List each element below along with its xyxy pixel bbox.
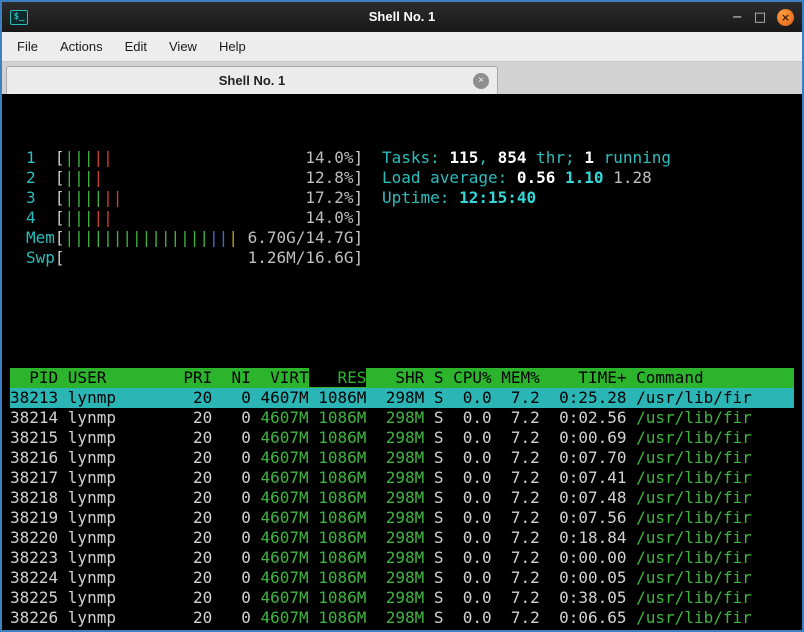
terminal-window: $_ Shell No. 1 − □ × File Actions Edit View…	[0, 0, 804, 632]
meter-value: 14.0%	[305, 148, 354, 167]
process-row-38223[interactable]: 38223 lynmp 20 0 4607M 1086M 298M S 0.0 …	[10, 548, 794, 568]
summary-uptime: Uptime: 12:15:40	[382, 188, 537, 207]
process-row-38216[interactable]: 38216 lynmp 20 0 4607M 1086M 298M S 0.0 …	[10, 448, 794, 468]
window-controls: − □ ×	[732, 8, 794, 26]
menu-actions[interactable]: Actions	[49, 33, 114, 60]
meter-label: 3	[26, 188, 55, 207]
meter-label: Mem	[26, 228, 55, 247]
meter-label: 1	[26, 148, 55, 167]
process-row-38226[interactable]: 38226 lynmp 20 0 4607M 1086M 298M S 0.0 …	[10, 608, 794, 628]
meter-value: 12.8%	[305, 168, 354, 187]
process-row-38227[interactable]: 38227 lynmp 20 0 4607M 1086M 298M S 0.0 …	[10, 628, 794, 630]
meter-label: Swp	[26, 248, 55, 267]
cpu-memory-meters: 1 [||||| 14.0%] 2 [|||| 12.8%] 3 [|||||| 17.2…	[10, 148, 382, 268]
tab-close-icon[interactable]: ×	[473, 72, 489, 89]
tab-label: Shell No. 1	[218, 73, 286, 88]
process-row-38220[interactable]: 38220 lynmp 20 0 4607M 1086M 298M S 0.0 …	[10, 528, 794, 548]
meter-label: 2	[26, 168, 55, 187]
system-summary: Tasks: 115, 854 thr; 1 running Load avera…	[382, 148, 794, 268]
process-row-38214[interactable]: 38214 lynmp 20 0 4607M 1086M 298M S 0.0 …	[10, 408, 794, 428]
meter-cpu4: 4 [||||| 14.0%]	[26, 208, 364, 227]
meter-mem: Mem[|||||||||||||||||| 6.70G/14.7G]	[26, 228, 364, 247]
menu-help[interactable]: Help	[208, 33, 257, 60]
menu-file[interactable]: File	[6, 33, 49, 60]
summary-load: Load average: 0.56 1.10 1.28	[382, 168, 652, 187]
meter-value: 6.70G/14.7G	[247, 228, 354, 247]
process-row-38224[interactable]: 38224 lynmp 20 0 4607M 1086M 298M S 0.0 …	[10, 568, 794, 588]
terminal-app-icon: $_	[10, 9, 28, 25]
meter-bar: |||| 12.8%	[64, 168, 354, 187]
tab-bar: Shell No. 1 ×	[2, 62, 802, 94]
meter-value: 17.2%	[305, 188, 354, 207]
summary-tasks: Tasks: 115, 854 thr; 1 running	[382, 148, 672, 167]
close-button-icon[interactable]: ×	[777, 8, 794, 26]
meter-bar: ||||| 14.0%	[64, 148, 354, 167]
terminal-screen[interactable]: 1 [||||| 14.0%] 2 [|||| 12.8%] 3 [|||||| 17.2…	[2, 94, 802, 630]
meter-bar: 1.26M/16.6G	[65, 248, 354, 268]
meter-bar: ||||| 14.0%	[64, 208, 354, 227]
meter-label: 4	[26, 208, 55, 227]
meter-value: 14.0%	[305, 208, 354, 227]
menu-view[interactable]: View	[158, 33, 208, 60]
process-row-38225[interactable]: 38225 lynmp 20 0 4607M 1086M 298M S 0.0 …	[10, 588, 794, 608]
process-table-header[interactable]: PID USER PRI NI VIRT RES SHR S CPU% MEM%…	[10, 368, 794, 388]
menu-edit[interactable]: Edit	[114, 33, 158, 60]
process-row-38218[interactable]: 38218 lynmp 20 0 4607M 1086M 298M S 0.0 …	[10, 488, 794, 508]
window-title: Shell No. 1	[368, 9, 436, 24]
minimize-button-icon[interactable]: −	[732, 10, 743, 25]
process-table: PID USER PRI NI VIRT RES SHR S CPU% MEM%…	[10, 368, 794, 630]
tab-shell[interactable]: Shell No. 1 ×	[6, 66, 498, 94]
meter-bar: |||||||||||||||||| 6.70G/14.7G	[64, 228, 354, 247]
process-row-38217[interactable]: 38217 lynmp 20 0 4607M 1086M 298M S 0.0 …	[10, 468, 794, 488]
meter-cpu2: 2 [|||| 12.8%]	[26, 168, 364, 187]
meter-swp: Swp[1.26M/16.6G]	[26, 248, 364, 268]
process-row-38215[interactable]: 38215 lynmp 20 0 4607M 1086M 298M S 0.0 …	[10, 428, 794, 448]
maximize-button-icon[interactable]: □	[754, 10, 766, 25]
process-row-38219[interactable]: 38219 lynmp 20 0 4607M 1086M 298M S 0.0 …	[10, 508, 794, 528]
meter-value: 1.26M/16.6G	[247, 248, 354, 267]
meter-cpu3: 3 [|||||| 17.2%]	[26, 188, 364, 207]
meter-cpu1: 1 [||||| 14.0%]	[26, 148, 364, 167]
process-row-38213[interactable]: 38213 lynmp 20 0 4607M 1086M 298M S 0.0 …	[10, 388, 794, 408]
titlebar[interactable]: $_ Shell No. 1 − □ ×	[2, 2, 802, 32]
htop-header-area: 1 [||||| 14.0%] 2 [|||| 12.8%] 3 [|||||| 17.2…	[10, 148, 794, 268]
menu-bar: File Actions Edit View Help	[2, 32, 802, 62]
meter-bar: |||||| 17.2%	[64, 188, 354, 207]
blank-row	[10, 308, 794, 328]
